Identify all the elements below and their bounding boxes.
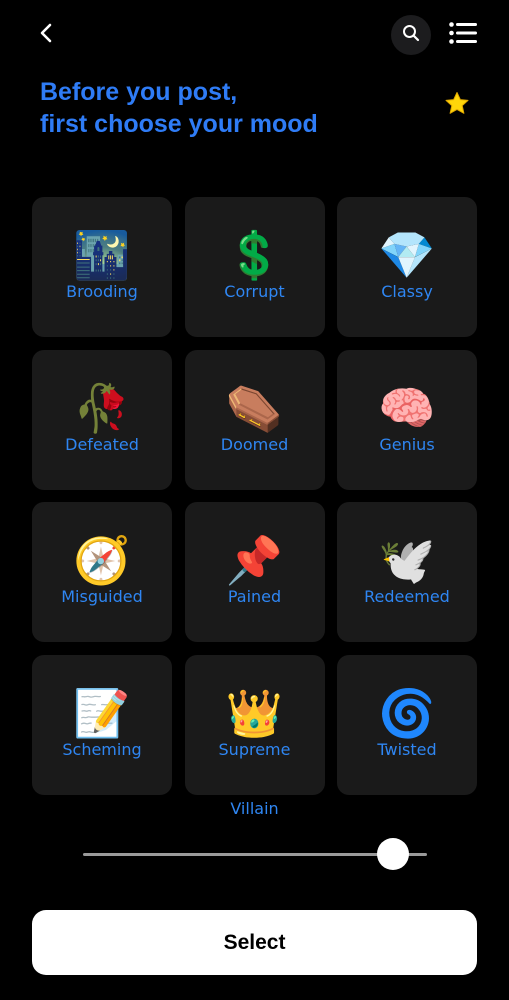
mood-label: Misguided [61, 587, 143, 606]
mood-label: Corrupt [224, 282, 285, 301]
dove-icon: 🕊️ [378, 533, 436, 587]
coffin-icon: ⚰️ [225, 380, 284, 435]
mood-label: Doomed [220, 434, 289, 454]
mood-tile-doomed[interactable]: ⚰️ Doomed [184, 349, 325, 490]
mood-tile-supreme[interactable]: 👑 Supreme [184, 654, 325, 795]
wilted-rose-icon: 🥀 [73, 380, 131, 435]
list-icon [449, 22, 477, 48]
menu-button[interactable] [446, 20, 480, 50]
star-icon [444, 91, 470, 121]
mood-tile-genius[interactable]: 🧠 Genius [337, 349, 477, 490]
page-title-line-1: Before you post, [40, 78, 238, 106]
mood-tile-defeated[interactable]: 🥀 Defeated [32, 349, 172, 490]
mood-tile-brooding[interactable]: 🌃 Brooding [32, 197, 172, 337]
mood-label: Scheming [62, 739, 142, 759]
mood-label: Supreme [218, 739, 291, 759]
night-city-icon: 🌃 [73, 228, 131, 282]
mood-label: Classy [381, 282, 433, 301]
mood-intensity-slider[interactable] [83, 838, 427, 870]
search-button[interactable] [391, 15, 431, 55]
mood-tile-classy[interactable]: 💎 Classy [337, 197, 477, 337]
page-title: Before you post, first choose your mood [40, 76, 400, 140]
crown-icon: 👑 [225, 685, 284, 740]
mood-label: Genius [379, 434, 435, 454]
mood-tile-scheming[interactable]: 📝 Scheming [32, 654, 172, 795]
slider-thumb[interactable] [376, 838, 409, 870]
gem-icon: 💎 [378, 228, 436, 282]
pushpin-icon: 📌 [225, 533, 284, 587]
mood-tile-pained[interactable]: 📌 Pained [184, 502, 325, 642]
mood-label: Twisted [377, 739, 437, 759]
favorite-button[interactable] [440, 89, 474, 123]
dollar-sign-icon: 💲 [225, 228, 284, 282]
slider-track[interactable] [83, 853, 427, 856]
brain-icon: 🧠 [378, 380, 436, 435]
search-icon [402, 24, 420, 46]
compass-icon: 🧭 [73, 533, 131, 587]
back-button[interactable] [30, 19, 62, 51]
page-title-line-2: first choose your mood [40, 110, 318, 138]
memo-icon: 📝 [73, 685, 131, 740]
mood-label: Pained [227, 587, 282, 606]
slider-label: Villain [230, 799, 279, 818]
mood-label: Brooding [66, 282, 138, 301]
select-button[interactable]: Select [32, 910, 477, 975]
mood-tile-twisted[interactable]: 🌀 Twisted [337, 654, 477, 795]
chevron-left-icon [37, 22, 55, 48]
mood-grid: 🌃 Brooding 💲 Corrupt 💎 Classy 🥀 Defeated… [32, 197, 477, 795]
mood-label: Defeated [65, 434, 139, 454]
mood-tile-misguided[interactable]: 🧭 Misguided [32, 502, 172, 642]
mood-label: Redeemed [364, 587, 450, 606]
mood-tile-redeemed[interactable]: 🕊️ Redeemed [337, 502, 477, 642]
cyclone-icon: 🌀 [378, 685, 436, 740]
mood-tile-corrupt[interactable]: 💲 Corrupt [184, 197, 325, 337]
